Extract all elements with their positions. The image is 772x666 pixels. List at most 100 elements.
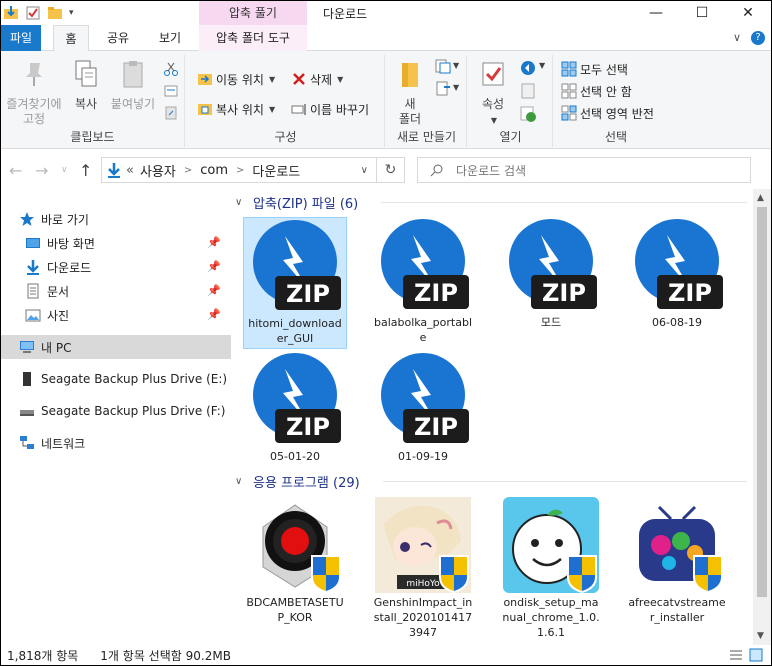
- file-tile-zip[interactable]: ZIP 05-01-20: [243, 351, 347, 464]
- tab-file[interactable]: 파일: [1, 25, 41, 51]
- details-view-icon[interactable]: [729, 648, 743, 662]
- delete-icon: [293, 73, 305, 85]
- history-icon[interactable]: [519, 105, 537, 123]
- invert-selection-button[interactable]: 선택 영역 반전: [561, 103, 654, 123]
- close-button[interactable]: ✕: [725, 1, 771, 25]
- file-tile-zip[interactable]: ZIP 06-08-19: [625, 217, 729, 330]
- up-arrow-icon[interactable]: ↑: [79, 161, 92, 180]
- tab-view[interactable]: 보기: [147, 25, 193, 51]
- breadcrumb-downloads[interactable]: 다운로드: [252, 161, 300, 180]
- nav-this-pc[interactable]: 내 PC: [1, 335, 231, 359]
- search-icon: [430, 164, 443, 177]
- file-tile-zip[interactable]: ZIP 01-09-19: [371, 351, 475, 464]
- pin-quick-access-button[interactable]: 즐겨찾기에 고정: [3, 59, 65, 127]
- file-tile-zip[interactable]: ZIP hitomi_downloader_GUI: [243, 217, 347, 349]
- zip-file-icon: ZIP: [375, 217, 471, 313]
- zip-badge: ZIP: [542, 279, 586, 307]
- file-tile-zip[interactable]: ZIP balabolka_portable: [371, 217, 475, 345]
- nav-downloads[interactable]: 다운로드 📌: [1, 255, 231, 279]
- new-folder-button[interactable]: 새 폴더: [393, 59, 427, 127]
- pin-icon[interactable]: 📌: [207, 236, 221, 249]
- maximize-button[interactable]: ☐: [679, 1, 725, 25]
- back-arrow-icon[interactable]: ←: [9, 161, 22, 180]
- nav-documents[interactable]: 문서 📌: [1, 279, 231, 303]
- move-to-icon: [198, 74, 212, 85]
- nav-desktop[interactable]: 바탕 화면 📌: [1, 231, 231, 255]
- qat-customize-icon[interactable]: ▾: [69, 8, 74, 18]
- rename-button[interactable]: 이름 바꾸기: [291, 99, 369, 119]
- scroll-down-icon[interactable]: ▼: [757, 631, 764, 641]
- nav-drive-f-label: Seagate Backup Plus Drive (F:): [41, 404, 226, 418]
- file-tile-app[interactable]: afreecatvstreamer_installer: [625, 497, 729, 625]
- recent-locations-caret-icon[interactable]: ∨: [61, 165, 68, 175]
- new-folder-label: 새 폴더: [398, 97, 422, 126]
- clipboard-group-label: 클립보드: [70, 130, 115, 144]
- rename-icon: [291, 104, 306, 115]
- properties-caret-icon: ▼: [490, 116, 498, 125]
- nav-quick-access[interactable]: 바로 가기: [1, 207, 231, 231]
- file-tile-app[interactable]: BDCAMBETASETUP_KOR: [243, 497, 347, 625]
- paste-button[interactable]: 붙여넣기: [107, 59, 159, 112]
- delete-button[interactable]: 삭제 ▼: [291, 69, 343, 89]
- ribbon-collapse-icon[interactable]: ∨: [733, 31, 741, 45]
- refresh-icon[interactable]: ↻: [377, 157, 405, 183]
- breadcrumb-com[interactable]: com: [200, 163, 228, 178]
- group-divider: [383, 481, 747, 482]
- breadcrumb-users[interactable]: 사용자: [140, 161, 176, 180]
- cut-icon[interactable]: [163, 61, 179, 77]
- pin-icon[interactable]: 📌: [207, 308, 221, 321]
- nav-drive-f[interactable]: Seagate Backup Plus Drive (F:): [1, 399, 231, 423]
- new-item-caret-icon[interactable]: ▼: [453, 61, 459, 70]
- ribbon: 즐겨찾기에 고정 복사 붙여넣기 클립보드 이동 위치 ▼ 복사 위치 ▼ 삭제…: [1, 51, 771, 149]
- nav-drive-e[interactable]: Seagate Backup Plus Drive (E:): [1, 367, 231, 391]
- search-input[interactable]: 다운로드 검색: [417, 157, 751, 183]
- minimize-button[interactable]: —: [633, 1, 679, 25]
- address-dropdown-icon[interactable]: ∨: [361, 165, 368, 176]
- file-tile-app[interactable]: miHoYo GenshinImpact_install_20201014173…: [371, 497, 475, 640]
- file-tile-app[interactable]: ondisk_setup_manual_chrome_1.0.1.6.1: [499, 497, 603, 640]
- nav-network[interactable]: 네트워크: [1, 431, 231, 455]
- help-icon[interactable]: ?: [751, 31, 765, 45]
- move-to-button[interactable]: 이동 위치 ▼: [197, 69, 275, 89]
- copy-button[interactable]: 복사: [67, 59, 105, 112]
- tab-home[interactable]: 홈: [53, 25, 89, 52]
- breadcrumb-separator-icon[interactable]: >: [236, 165, 244, 176]
- select-all-button[interactable]: 모두 선택: [561, 59, 628, 79]
- address-bar[interactable]: « 사용자 > com > 다운로드 ∨: [101, 157, 377, 183]
- group-header-apps[interactable]: ∨ 응용 프로그램 (29): [231, 470, 360, 492]
- address-overflow[interactable]: «: [126, 163, 134, 178]
- nav-pictures[interactable]: 사진 📌: [1, 303, 231, 327]
- group-header-zip[interactable]: ∨ 압축(ZIP) 파일 (6): [231, 191, 358, 213]
- zip-file-icon: ZIP: [629, 217, 725, 313]
- documents-icon: [27, 283, 39, 299]
- scrollbar-thumb[interactable]: [757, 207, 767, 597]
- file-tile-zip[interactable]: ZIP 모드: [499, 217, 603, 330]
- large-icons-view-icon[interactable]: [749, 648, 763, 662]
- properties-icon[interactable]: [25, 5, 41, 21]
- paste-shortcut-icon[interactable]: [163, 105, 179, 121]
- pin-icon[interactable]: 📌: [207, 260, 221, 273]
- open-icon[interactable]: [519, 59, 537, 77]
- copy-to-button[interactable]: 복사 위치 ▼: [197, 99, 275, 119]
- easy-access-icon[interactable]: [435, 81, 453, 97]
- ribbon-group-new: 새 폴더 ▼ ▼ 새로 만들기: [387, 55, 467, 147]
- tab-share[interactable]: 공유: [97, 25, 139, 51]
- rename-label: 이름 바꾸기: [310, 102, 370, 117]
- open-caret-icon[interactable]: ▼: [539, 61, 545, 70]
- new-folder-icon[interactable]: [47, 5, 63, 21]
- forward-arrow-icon[interactable]: →: [35, 161, 48, 180]
- edit-icon[interactable]: [519, 83, 537, 99]
- select-none-button[interactable]: 선택 안 함: [561, 81, 632, 101]
- scroll-up-icon[interactable]: ▲: [757, 193, 764, 203]
- tab-compressed-folder-tools[interactable]: 압축 폴더 도구: [199, 25, 307, 51]
- copy-path-icon[interactable]: [163, 83, 179, 99]
- easy-access-caret-icon[interactable]: ▼: [453, 83, 459, 92]
- nav-desktop-label: 바탕 화면: [47, 236, 95, 251]
- vertical-scrollbar[interactable]: ▲ ▼: [753, 189, 771, 645]
- collapse-chevron-icon[interactable]: ∨: [235, 197, 249, 208]
- collapse-chevron-icon[interactable]: ∨: [235, 476, 249, 487]
- breadcrumb-separator-icon[interactable]: >: [184, 165, 192, 176]
- properties-button[interactable]: 속성 ▼: [475, 59, 511, 128]
- pin-icon[interactable]: 📌: [207, 284, 221, 297]
- new-item-icon[interactable]: [435, 59, 453, 75]
